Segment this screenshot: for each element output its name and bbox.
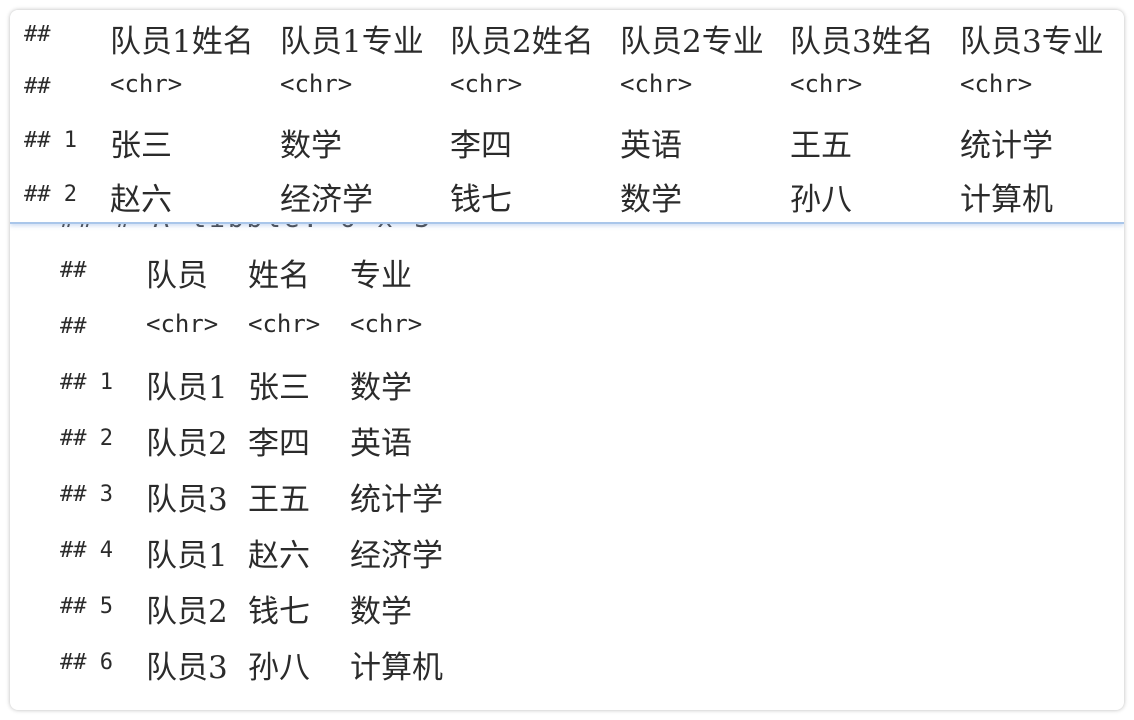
wide-table-output: ## 队员1姓名 队员1专业 队员2姓名 队员2专业 队员3姓名 队员3专业 #… bbox=[10, 10, 1124, 224]
table-cell: 钱七 bbox=[450, 182, 512, 218]
table-cell: 计算机 bbox=[350, 650, 443, 686]
column-type: <chr> bbox=[960, 70, 1033, 98]
table-cell: 英语 bbox=[620, 128, 682, 164]
row-prefix: ## 1 bbox=[60, 370, 113, 395]
column-type: <chr> bbox=[280, 70, 353, 98]
table-cell: 英语 bbox=[350, 426, 412, 462]
column-header: 队员 bbox=[146, 258, 208, 294]
column-type: <chr> bbox=[146, 310, 219, 338]
table-cell: 统计学 bbox=[350, 482, 443, 518]
table-cell: 数学 bbox=[280, 128, 342, 164]
table-cell: 数学 bbox=[350, 370, 412, 406]
row-prefix: ## 2 bbox=[24, 182, 77, 207]
column-header: 姓名 bbox=[248, 258, 310, 294]
code-output-card: ## # A tibble: 6 x 3 ## 队员1姓名 队员1专业 队员2姓… bbox=[10, 10, 1124, 710]
column-type: <chr> bbox=[790, 70, 863, 98]
table-cell: 队员1 bbox=[146, 538, 228, 574]
row-prefix: ## bbox=[60, 258, 87, 283]
table-cell: 赵六 bbox=[110, 182, 172, 218]
table-cell: 王五 bbox=[248, 482, 310, 518]
table-cell: 队员3 bbox=[146, 482, 228, 518]
column-type: <chr> bbox=[350, 310, 423, 338]
table-cell: 队员2 bbox=[146, 594, 228, 630]
table-cell: 张三 bbox=[110, 128, 172, 164]
row-prefix: ## bbox=[24, 22, 51, 47]
column-header: 队员3专业 bbox=[960, 24, 1104, 60]
table-cell: 李四 bbox=[248, 426, 310, 462]
table-cell: 计算机 bbox=[960, 182, 1053, 218]
table-cell: 统计学 bbox=[960, 128, 1053, 164]
row-prefix: ## 1 bbox=[24, 128, 77, 153]
column-type: <chr> bbox=[450, 70, 523, 98]
column-type: <chr> bbox=[110, 70, 183, 98]
table-cell: 赵六 bbox=[248, 538, 310, 574]
row-prefix: ## 3 bbox=[60, 482, 113, 507]
table-cell: 钱七 bbox=[248, 594, 310, 630]
column-header: 队员1专业 bbox=[280, 24, 424, 60]
column-header: 专业 bbox=[350, 258, 412, 294]
column-header: 队员2姓名 bbox=[450, 24, 594, 60]
row-prefix: ## 6 bbox=[60, 650, 113, 675]
table-cell: 王五 bbox=[790, 128, 852, 164]
row-prefix: ## bbox=[24, 74, 51, 99]
column-header: 队员2专业 bbox=[620, 24, 764, 60]
row-prefix: ## bbox=[60, 314, 87, 339]
table-cell: 数学 bbox=[620, 182, 682, 218]
row-prefix: ## 4 bbox=[60, 538, 113, 563]
table-cell: 队员3 bbox=[146, 650, 228, 686]
table-cell: 队员2 bbox=[146, 426, 228, 462]
table-cell: 李四 bbox=[450, 128, 512, 164]
row-prefix: ## 5 bbox=[60, 594, 113, 619]
table-cell: 张三 bbox=[248, 370, 310, 406]
long-table-output: ## 队员 姓名 专业 ## <chr> <chr> <chr> ## 1 队员1… bbox=[10, 242, 1124, 710]
column-type: <chr> bbox=[620, 70, 693, 98]
column-header: 队员3姓名 bbox=[790, 24, 934, 60]
row-prefix: ## 2 bbox=[60, 426, 113, 451]
table-cell: 数学 bbox=[350, 594, 412, 630]
column-header: 队员1姓名 bbox=[110, 24, 254, 60]
table-cell: 经济学 bbox=[350, 538, 443, 574]
table-cell: 孙八 bbox=[248, 650, 310, 686]
table-cell: 经济学 bbox=[280, 182, 373, 218]
table-cell: 队员1 bbox=[146, 370, 228, 406]
column-type: <chr> bbox=[248, 310, 321, 338]
table-cell: 孙八 bbox=[790, 182, 852, 218]
